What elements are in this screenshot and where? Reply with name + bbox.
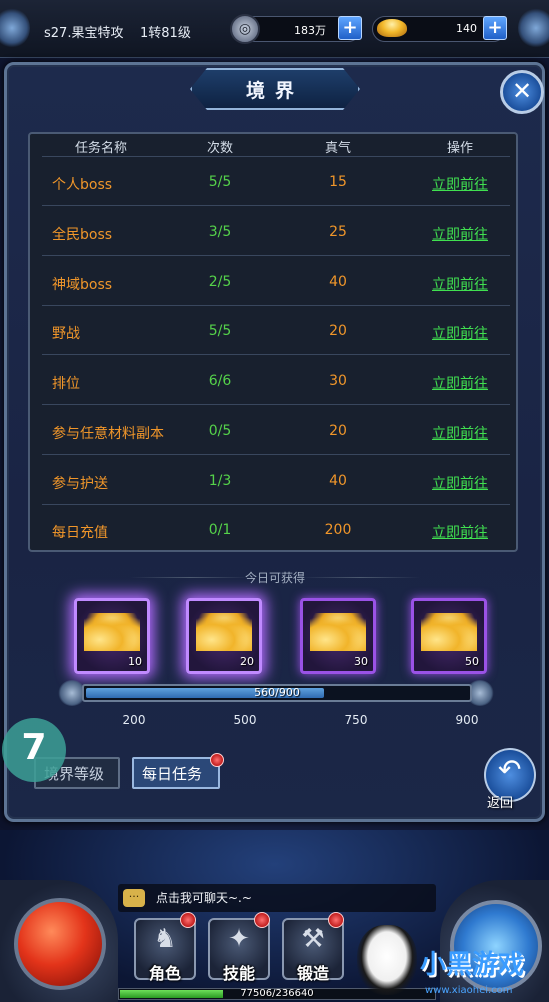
- chat-prompt[interactable]: 点击我可聊天~.~: [156, 889, 252, 906]
- menu-label: 锻造: [296, 964, 329, 983]
- task-name: 个人boss: [52, 177, 113, 193]
- gold-balance: 140 +: [372, 16, 507, 42]
- reward-chest[interactable]: 30: [300, 598, 376, 674]
- task-count: 5/5: [208, 323, 232, 339]
- go-now-link[interactable]: 立即前往: [420, 522, 500, 542]
- gold-ingot-pile-icon: [421, 613, 477, 651]
- panda-logo-icon: [357, 925, 417, 995]
- server-name: s27.果宝特攻: [44, 26, 124, 41]
- chat-bubble-icon: ···: [123, 889, 145, 907]
- task-name: 野战: [52, 326, 80, 342]
- reward-count: 30: [354, 655, 368, 668]
- silver-coin-icon: ◎: [230, 14, 260, 44]
- task-qi-reward: 25: [329, 224, 347, 240]
- reward-count: 20: [240, 655, 254, 668]
- task-name: 全民boss: [52, 227, 113, 243]
- go-now-link[interactable]: 立即前往: [420, 224, 500, 244]
- notification-dot-icon: [210, 753, 224, 767]
- row-divider: [42, 205, 510, 206]
- milestone-label: 200: [122, 713, 146, 727]
- reward-chest[interactable]: 10: [74, 598, 150, 674]
- skill-icon: ✦: [228, 924, 250, 954]
- task-qi-reward: 20: [329, 323, 347, 339]
- forge-icon: ⚒: [301, 924, 325, 954]
- go-now-link[interactable]: 立即前往: [420, 174, 500, 194]
- row-divider: [42, 504, 510, 505]
- menu-label: 技能: [222, 964, 255, 983]
- go-now-link[interactable]: 立即前往: [420, 423, 500, 443]
- row-divider: [42, 454, 510, 455]
- task-qi-reward: 40: [329, 473, 347, 489]
- task-count: 2/5: [208, 274, 232, 290]
- task-count: 6/6: [208, 373, 232, 389]
- silver-coin-balance: ◎ 183万 +: [230, 14, 362, 44]
- gold-ingot-pile-icon: [84, 613, 140, 651]
- return-arrow-icon: ↶: [498, 753, 522, 786]
- header-count: 次数: [206, 141, 233, 156]
- task-name: 神域boss: [52, 277, 113, 293]
- reward-progress-text: 560/900: [254, 686, 300, 699]
- task-qi-reward: 40: [329, 274, 347, 290]
- rebirth-level: 1转81级: [140, 26, 191, 41]
- go-now-link[interactable]: 立即前往: [420, 274, 500, 294]
- tab-daily-task[interactable]: 每日任务: [132, 757, 220, 789]
- gold-ingot-pile-icon: [196, 613, 252, 651]
- notification-dot-icon: [328, 912, 344, 928]
- milestone-label: 900: [455, 713, 479, 727]
- go-now-link[interactable]: 立即前往: [420, 473, 500, 493]
- add-silver-button[interactable]: +: [338, 16, 362, 40]
- gold-ingot-icon: [377, 19, 407, 37]
- return-label: 返回: [487, 796, 514, 811]
- go-now-link[interactable]: 立即前往: [420, 323, 500, 343]
- reward-count: 50: [465, 655, 479, 668]
- header-action: 操作: [446, 141, 473, 156]
- milestone-label: 500: [233, 713, 257, 727]
- header-qi: 真气: [324, 141, 351, 156]
- gold-ingot-pile-icon: [310, 613, 366, 651]
- task-name: 参与任意材料副本: [52, 426, 164, 442]
- header-task-name: 任务名称: [74, 141, 127, 156]
- task-count: 0/5: [208, 423, 232, 439]
- task-count: 1/3: [208, 473, 232, 489]
- task-count: 3/5: [208, 224, 232, 240]
- character-icon: ♞: [153, 924, 177, 954]
- dragon-ornament-right-icon: [518, 8, 549, 48]
- reward-count: 10: [128, 655, 142, 668]
- task-count: 5/5: [208, 174, 232, 190]
- go-now-link[interactable]: 立即前往: [420, 373, 500, 393]
- task-qi-reward: 20: [329, 423, 347, 439]
- silver-coin-value: 183万: [294, 24, 326, 37]
- row-divider: [42, 255, 510, 256]
- milestone-label: 750: [344, 713, 368, 727]
- notification-dot-icon: [254, 912, 270, 928]
- reward-chest[interactable]: 50: [411, 598, 487, 674]
- hp-orb-icon: [14, 898, 106, 990]
- add-gold-button[interactable]: +: [483, 16, 507, 40]
- reward-chest[interactable]: 20: [186, 598, 262, 674]
- reward-title: 今日可获得: [244, 571, 305, 585]
- gold-value: 140: [456, 22, 477, 35]
- menu-label: 角色: [148, 964, 181, 983]
- row-divider: [42, 404, 510, 405]
- header-divider: [42, 156, 510, 157]
- task-count: 0/1: [208, 522, 232, 538]
- watermark-text: 小黑游戏: [420, 950, 525, 980]
- task-name: 排位: [52, 376, 80, 392]
- level-badge: 7: [2, 718, 66, 782]
- panel-title: 境界: [245, 80, 304, 102]
- row-divider: [42, 305, 510, 306]
- watermark-url: www.xiaohei.com: [425, 985, 513, 996]
- close-button[interactable]: ✕: [500, 70, 544, 114]
- row-divider: [42, 354, 510, 355]
- task-qi-reward: 15: [329, 174, 347, 190]
- task-qi-reward: 30: [329, 373, 347, 389]
- task-name: 每日充值: [52, 525, 108, 541]
- notification-dot-icon: [180, 912, 196, 928]
- task-qi-reward: 200: [324, 522, 352, 538]
- task-name: 参与护送: [52, 476, 108, 492]
